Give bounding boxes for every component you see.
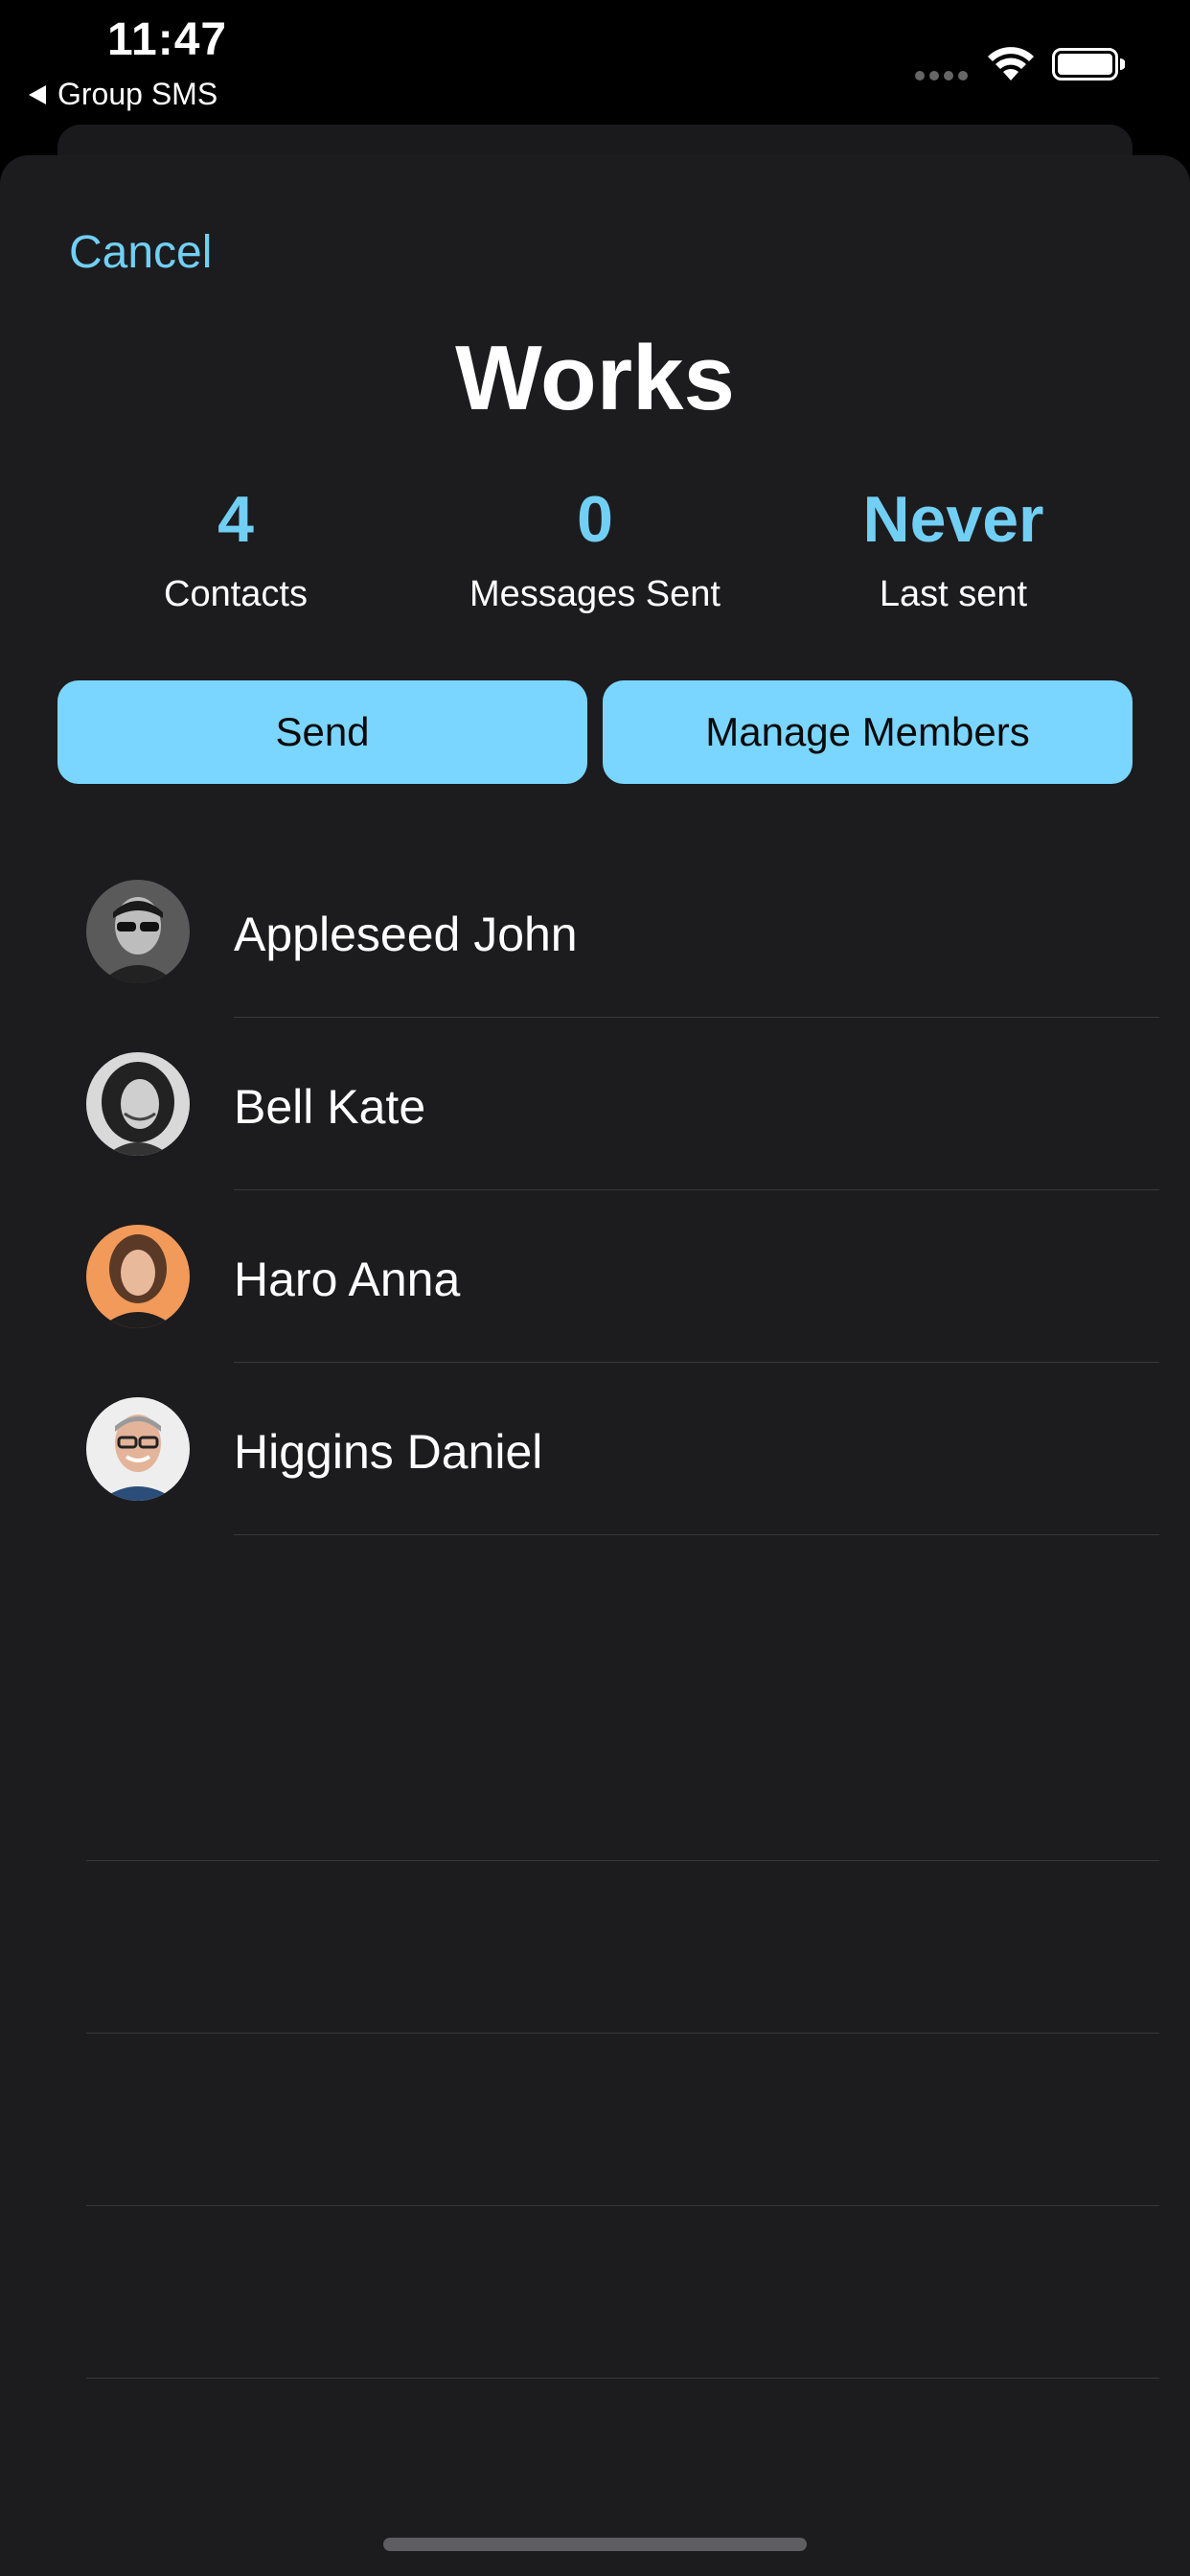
empty-row [0,1689,1190,1861]
member-name: Haro Anna [234,1253,461,1306]
avatar [86,1052,190,1156]
group-stats: 4 Contacts 0 Messages Sent Never Last se… [0,481,1190,644]
battery-icon [1052,48,1125,80]
row-divider [234,1534,1159,1535]
contacts-label: Contacts [164,574,308,614]
stat-last-sent: Never Last sent [771,481,1135,617]
member-name: Higgins Daniel [234,1425,543,1479]
avatar [86,1225,190,1328]
home-indicator[interactable] [383,2538,807,2551]
messages-sent-count: 0 [577,483,613,556]
member-list: Appleseed John Bell Kate Haro Anna Higgi… [0,845,1190,1535]
status-time: 11:47 [107,14,228,65]
member-name: Bell Kate [234,1080,426,1134]
row-divider [86,2378,1159,2379]
cancel-button[interactable]: Cancel [69,226,212,279]
member-row[interactable]: Bell Kate [0,1018,1190,1190]
last-sent-value: Never [862,483,1044,556]
manage-members-button[interactable]: Manage Members [603,680,1133,784]
member-name: Appleseed John [234,908,578,961]
avatar [86,880,190,983]
empty-row [0,2034,1190,2206]
member-row[interactable]: Higgins Daniel [0,1363,1190,1535]
member-row[interactable]: Haro Anna [0,1190,1190,1363]
back-app-label: Group SMS [57,77,218,111]
contacts-count: 4 [217,483,254,556]
member-row[interactable]: Appleseed John [0,845,1190,1018]
send-button[interactable]: Send [57,680,587,784]
empty-list-area [0,1689,1190,2379]
cellular-signal-icon [915,71,968,80]
back-arrow-icon [29,84,46,104]
stat-messages-sent: 0 Messages Sent [413,481,777,617]
group-title: Works [455,327,735,429]
wifi-icon [988,47,1034,80]
stat-contacts: 4 Contacts [54,481,418,617]
empty-row [0,1861,1190,2034]
back-to-app-button[interactable]: Group SMS [29,77,217,112]
group-detail-sheet: Cancel Works 4 Contacts 0 Messages Sent … [0,155,1190,2576]
status-bar: 11:47 Group SMS [0,0,1190,125]
messages-sent-label: Messages Sent [469,574,721,614]
avatar [86,1397,190,1501]
empty-row [0,2206,1190,2379]
last-sent-label: Last sent [879,574,1028,614]
